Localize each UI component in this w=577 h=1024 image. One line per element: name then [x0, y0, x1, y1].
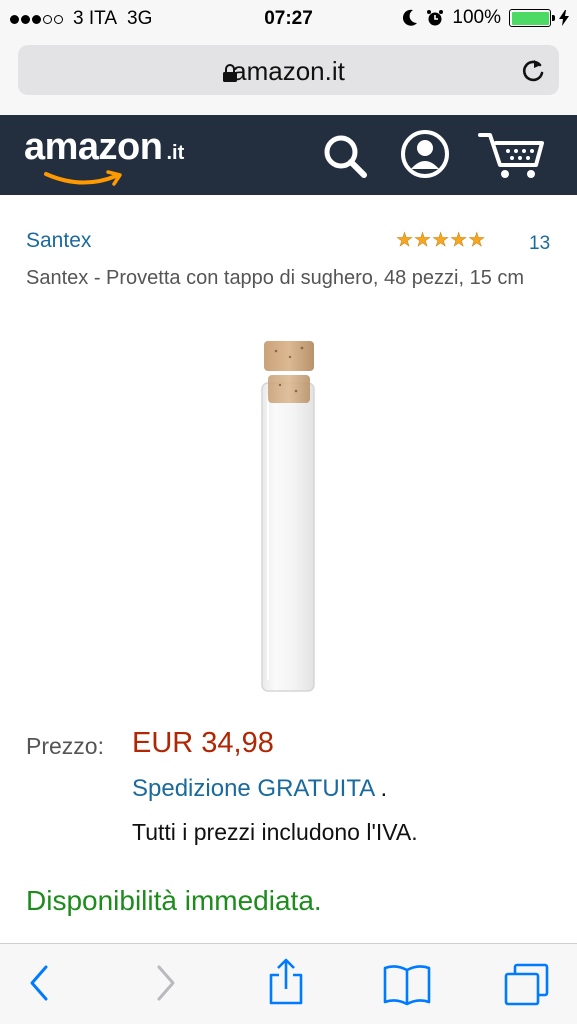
star-icon: ★: [468, 230, 486, 251]
star-icon: ★: [396, 230, 414, 251]
bookmarks-icon[interactable]: [382, 962, 432, 1006]
review-count-link[interactable]: 13: [529, 233, 550, 255]
brand-link[interactable]: Santex: [26, 229, 91, 253]
charging-bolt-icon: [559, 10, 569, 26]
site-header: amazon .it: [0, 115, 577, 195]
status-right: 100%: [402, 7, 569, 29]
battery-percent: 100%: [452, 7, 501, 28]
status-bar: 3 ITA 3G 07:27 100%: [0, 0, 577, 38]
shipping-suffix: .: [380, 775, 388, 802]
forward-icon[interactable]: [153, 961, 179, 1005]
product-image[interactable]: [250, 335, 330, 695]
price-label: Prezzo:: [26, 733, 104, 759]
shipping-info: Spedizione GRATUITA .: [132, 775, 387, 803]
reload-icon[interactable]: [519, 56, 547, 84]
browser-toolbar: [0, 943, 577, 1024]
account-icon[interactable]: [400, 129, 450, 179]
star-icon: ★: [450, 230, 468, 251]
address-bar[interactable]: amazon.it: [18, 45, 559, 95]
alarm-icon: [427, 10, 444, 26]
availability-status: Disponibilità immediata.: [26, 885, 322, 916]
logo-tld: .it: [166, 142, 185, 164]
amazon-logo[interactable]: amazon .it: [24, 126, 185, 186]
free-shipping-link[interactable]: Spedizione GRATUITA: [132, 775, 374, 802]
tabs-icon[interactable]: [503, 962, 551, 1008]
battery-icon: [509, 9, 555, 27]
url-text[interactable]: amazon.it: [18, 56, 559, 87]
star-icon: ★: [432, 230, 450, 251]
browser-address-area: amazon.it: [0, 38, 577, 115]
price-value: EUR 34,98: [132, 727, 274, 759]
logo-word: amazon: [24, 126, 163, 168]
cart-icon[interactable]: [478, 131, 546, 181]
moon-icon: [403, 9, 418, 26]
star-rating[interactable]: ★ ★ ★ ★ ★: [396, 230, 486, 251]
search-icon[interactable]: [322, 133, 368, 179]
star-icon: ★: [414, 230, 432, 251]
vat-note: Tutti i prezzi includono l'IVA.: [132, 819, 418, 845]
back-icon[interactable]: [26, 961, 52, 1005]
share-icon[interactable]: [266, 957, 306, 1007]
logo-smile-icon: [44, 170, 122, 186]
product-title: Santex - Provetta con tappo di sughero, …: [26, 267, 525, 289]
